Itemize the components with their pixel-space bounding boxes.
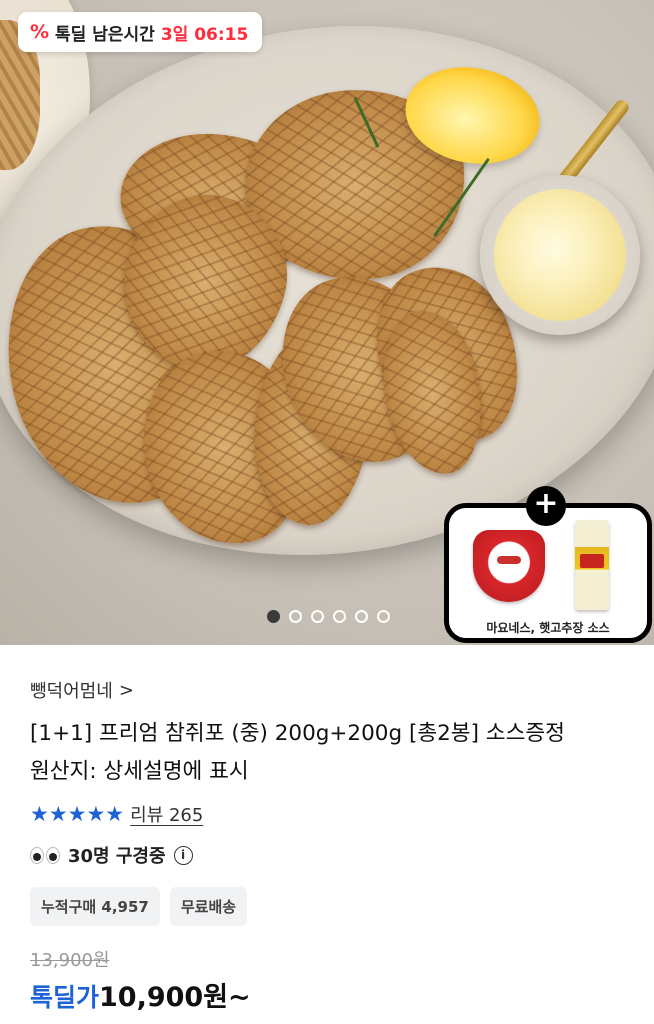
carousel-dot[interactable] — [288, 610, 302, 623]
free-shipping-tag: 무료배송 — [169, 887, 248, 926]
product-tags: 누적구매 4,957 무료배송 — [30, 887, 248, 926]
star-rating-icon: ★★★★★ — [30, 802, 125, 826]
percent-discount-icon: % — [30, 21, 50, 43]
review-count-link[interactable]: 리뷰 265 — [130, 801, 203, 827]
deal-price-row: 톡딜가 10,900원~ — [30, 975, 251, 1014]
product-origin: 원산지: 상세설명에 표시 — [30, 759, 249, 784]
deal-timer-badge: % 톡딜 남은시간 3일 06:15 — [18, 12, 263, 52]
deal-price: 10,900원~ — [99, 982, 251, 1013]
info-icon[interactable]: i — [173, 845, 193, 865]
viewers-row: 30명 구경중 i — [30, 842, 193, 868]
plus-icon: + — [526, 486, 566, 526]
purchase-count-tag: 누적구매 4,957 — [30, 887, 160, 926]
carousel-dot[interactable] — [376, 610, 390, 623]
original-price: 13,900원 — [30, 950, 110, 971]
carousel-indicator — [0, 610, 654, 623]
viewers-count: 30명 구경중 — [68, 846, 166, 867]
eyes-icon — [30, 846, 60, 864]
gochujang-sauce-pack-image — [473, 530, 545, 602]
mayo-sauce-cup-image — [480, 175, 640, 335]
carousel-dot[interactable] — [310, 610, 324, 623]
deal-price-label: 톡딜가 — [30, 983, 100, 1012]
product-info-section: 뺑덕어멈네 > [1+1] 프리엄 참쥐포 (중) 200g+200g [총2봉… — [0, 645, 654, 1024]
product-title-block: [1+1] 프리엄 참쥐포 (중) 200g+200g [총2봉] 소스증정 원… — [30, 715, 630, 791]
mayonnaise-sauce-pack-image — [575, 520, 609, 610]
product-image-carousel[interactable]: % 톡딜 남은시간 3일 06:15 마요네스, 햇고추장 소스 + — [0, 0, 654, 645]
carousel-dot[interactable] — [332, 610, 346, 623]
deal-timer-label: 톡딜 남은시간 — [55, 24, 155, 45]
store-name: 뺑덕어멈네 — [30, 681, 113, 702]
carousel-dot[interactable] — [354, 610, 368, 623]
rating-row: ★★★★★ 리뷰 265 — [30, 801, 203, 827]
chevron-right-icon: > — [118, 679, 134, 701]
carousel-dot-active[interactable] — [266, 610, 280, 623]
store-link[interactable]: 뺑덕어멈네 > — [30, 677, 134, 703]
product-title: [1+1] 프리엄 참쥐포 (중) 200g+200g [총2봉] 소스증정 — [30, 721, 565, 746]
deal-timer-value: 3일 06:15 — [160, 24, 249, 45]
